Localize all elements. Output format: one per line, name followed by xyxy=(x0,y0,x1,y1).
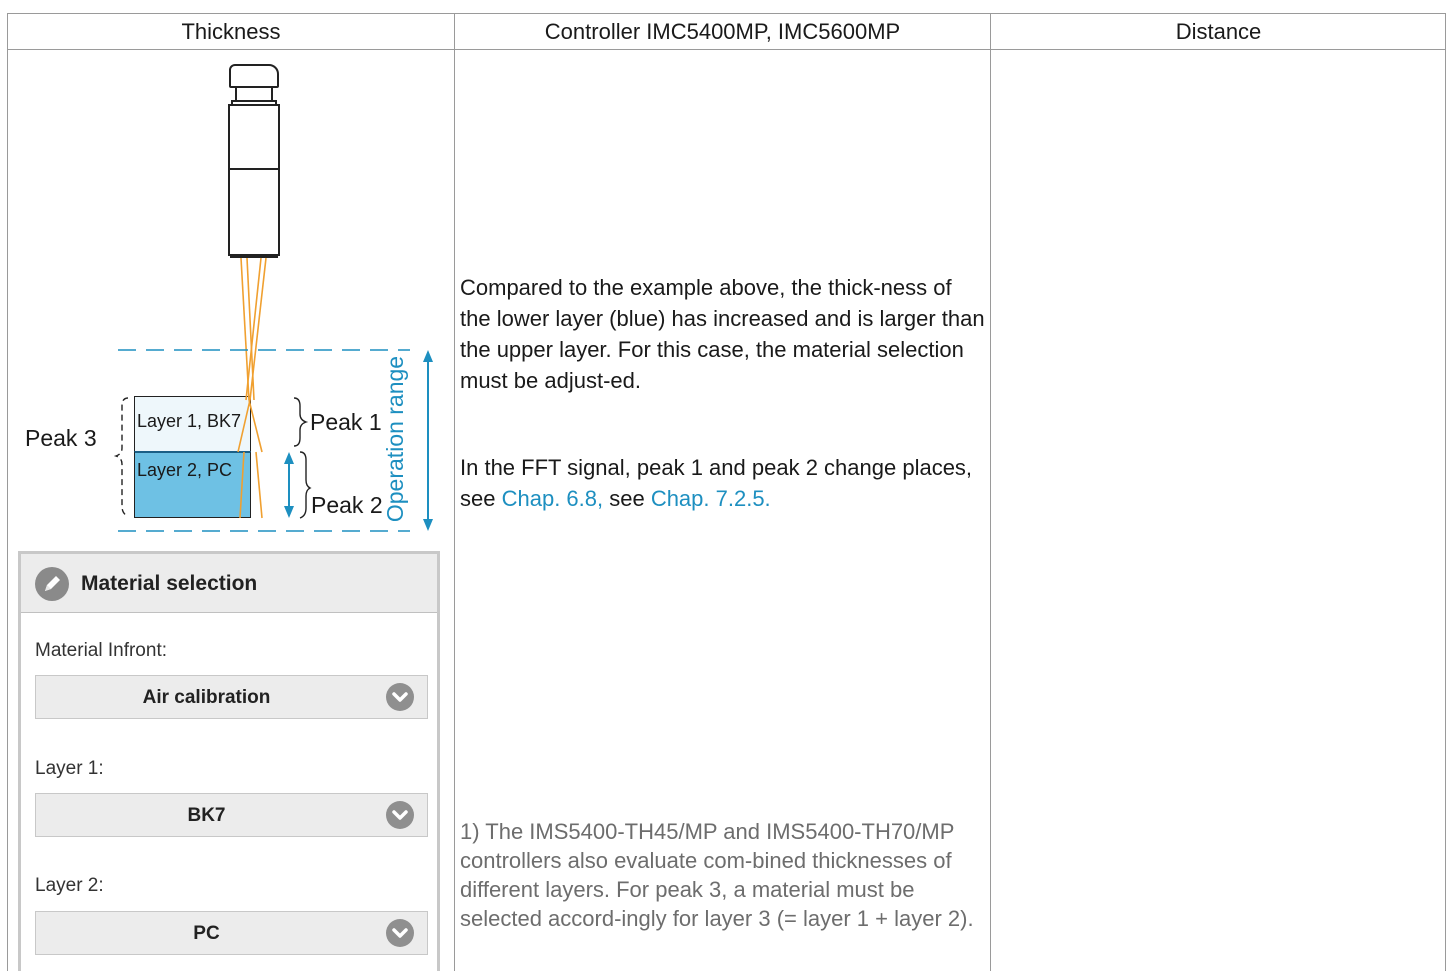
layer-1-label: Layer 1, BK7 xyxy=(137,411,242,431)
chap-6-8-link[interactable]: Chap. 6.8, xyxy=(502,486,604,511)
peak-2-label: Peak 2 xyxy=(311,492,383,518)
sensor-lens xyxy=(230,254,278,258)
pencil-icon[interactable] xyxy=(35,567,69,601)
sensor-body-upper xyxy=(228,104,280,170)
layer-2-label: Layer 2, PC xyxy=(137,460,233,480)
chap-7-2-5-link[interactable]: Chap. 7.2.5. xyxy=(651,486,771,511)
operation-range-label: Operation range xyxy=(382,355,408,523)
layer-1-field-label: Layer 1: xyxy=(35,758,104,779)
header-controller: Controller IMC5400MP, IMC5600MP xyxy=(544,19,901,44)
material-infront-value: Air calibration xyxy=(142,687,271,708)
footnote: 1) The IMS5400-TH45/MP and IMS5400-TH70/… xyxy=(460,819,974,931)
peak-1-label: Peak 1 xyxy=(310,409,382,435)
sensor-body-lower xyxy=(228,168,280,256)
sensor-cap xyxy=(229,64,279,88)
layer-1-select[interactable]: BK7 xyxy=(35,793,428,837)
column-divider xyxy=(454,14,455,971)
material-selection-panel: Material selection Material Infront: Air… xyxy=(18,551,440,971)
description-paragraph-2: In the FFT signal, peak 1 and peak 2 cha… xyxy=(460,452,985,514)
material-infront-select[interactable]: Air calibration xyxy=(35,675,428,719)
layer-1-value: BK7 xyxy=(187,805,226,826)
chevron-down-icon[interactable] xyxy=(386,683,414,711)
layer-2-field-label: Layer 2: xyxy=(35,875,104,896)
description-paragraph-1: Compared to the example above, the thick… xyxy=(460,275,985,393)
panel-title: Material selection xyxy=(81,572,258,595)
column-divider xyxy=(990,14,991,971)
layer-2-value: PC xyxy=(193,923,220,944)
layer-2-select[interactable]: PC xyxy=(35,911,428,955)
header-distance: Distance xyxy=(1175,19,1262,44)
panel-header: Material selection xyxy=(21,554,437,613)
chevron-down-icon[interactable] xyxy=(386,801,414,829)
paragraph-2-text-b: see xyxy=(603,486,651,511)
chevron-down-icon[interactable] xyxy=(386,919,414,947)
material-infront-label: Material Infront: xyxy=(35,640,167,661)
peak-3-label: Peak 3 xyxy=(25,425,97,451)
header-thickness: Thickness xyxy=(181,19,281,44)
